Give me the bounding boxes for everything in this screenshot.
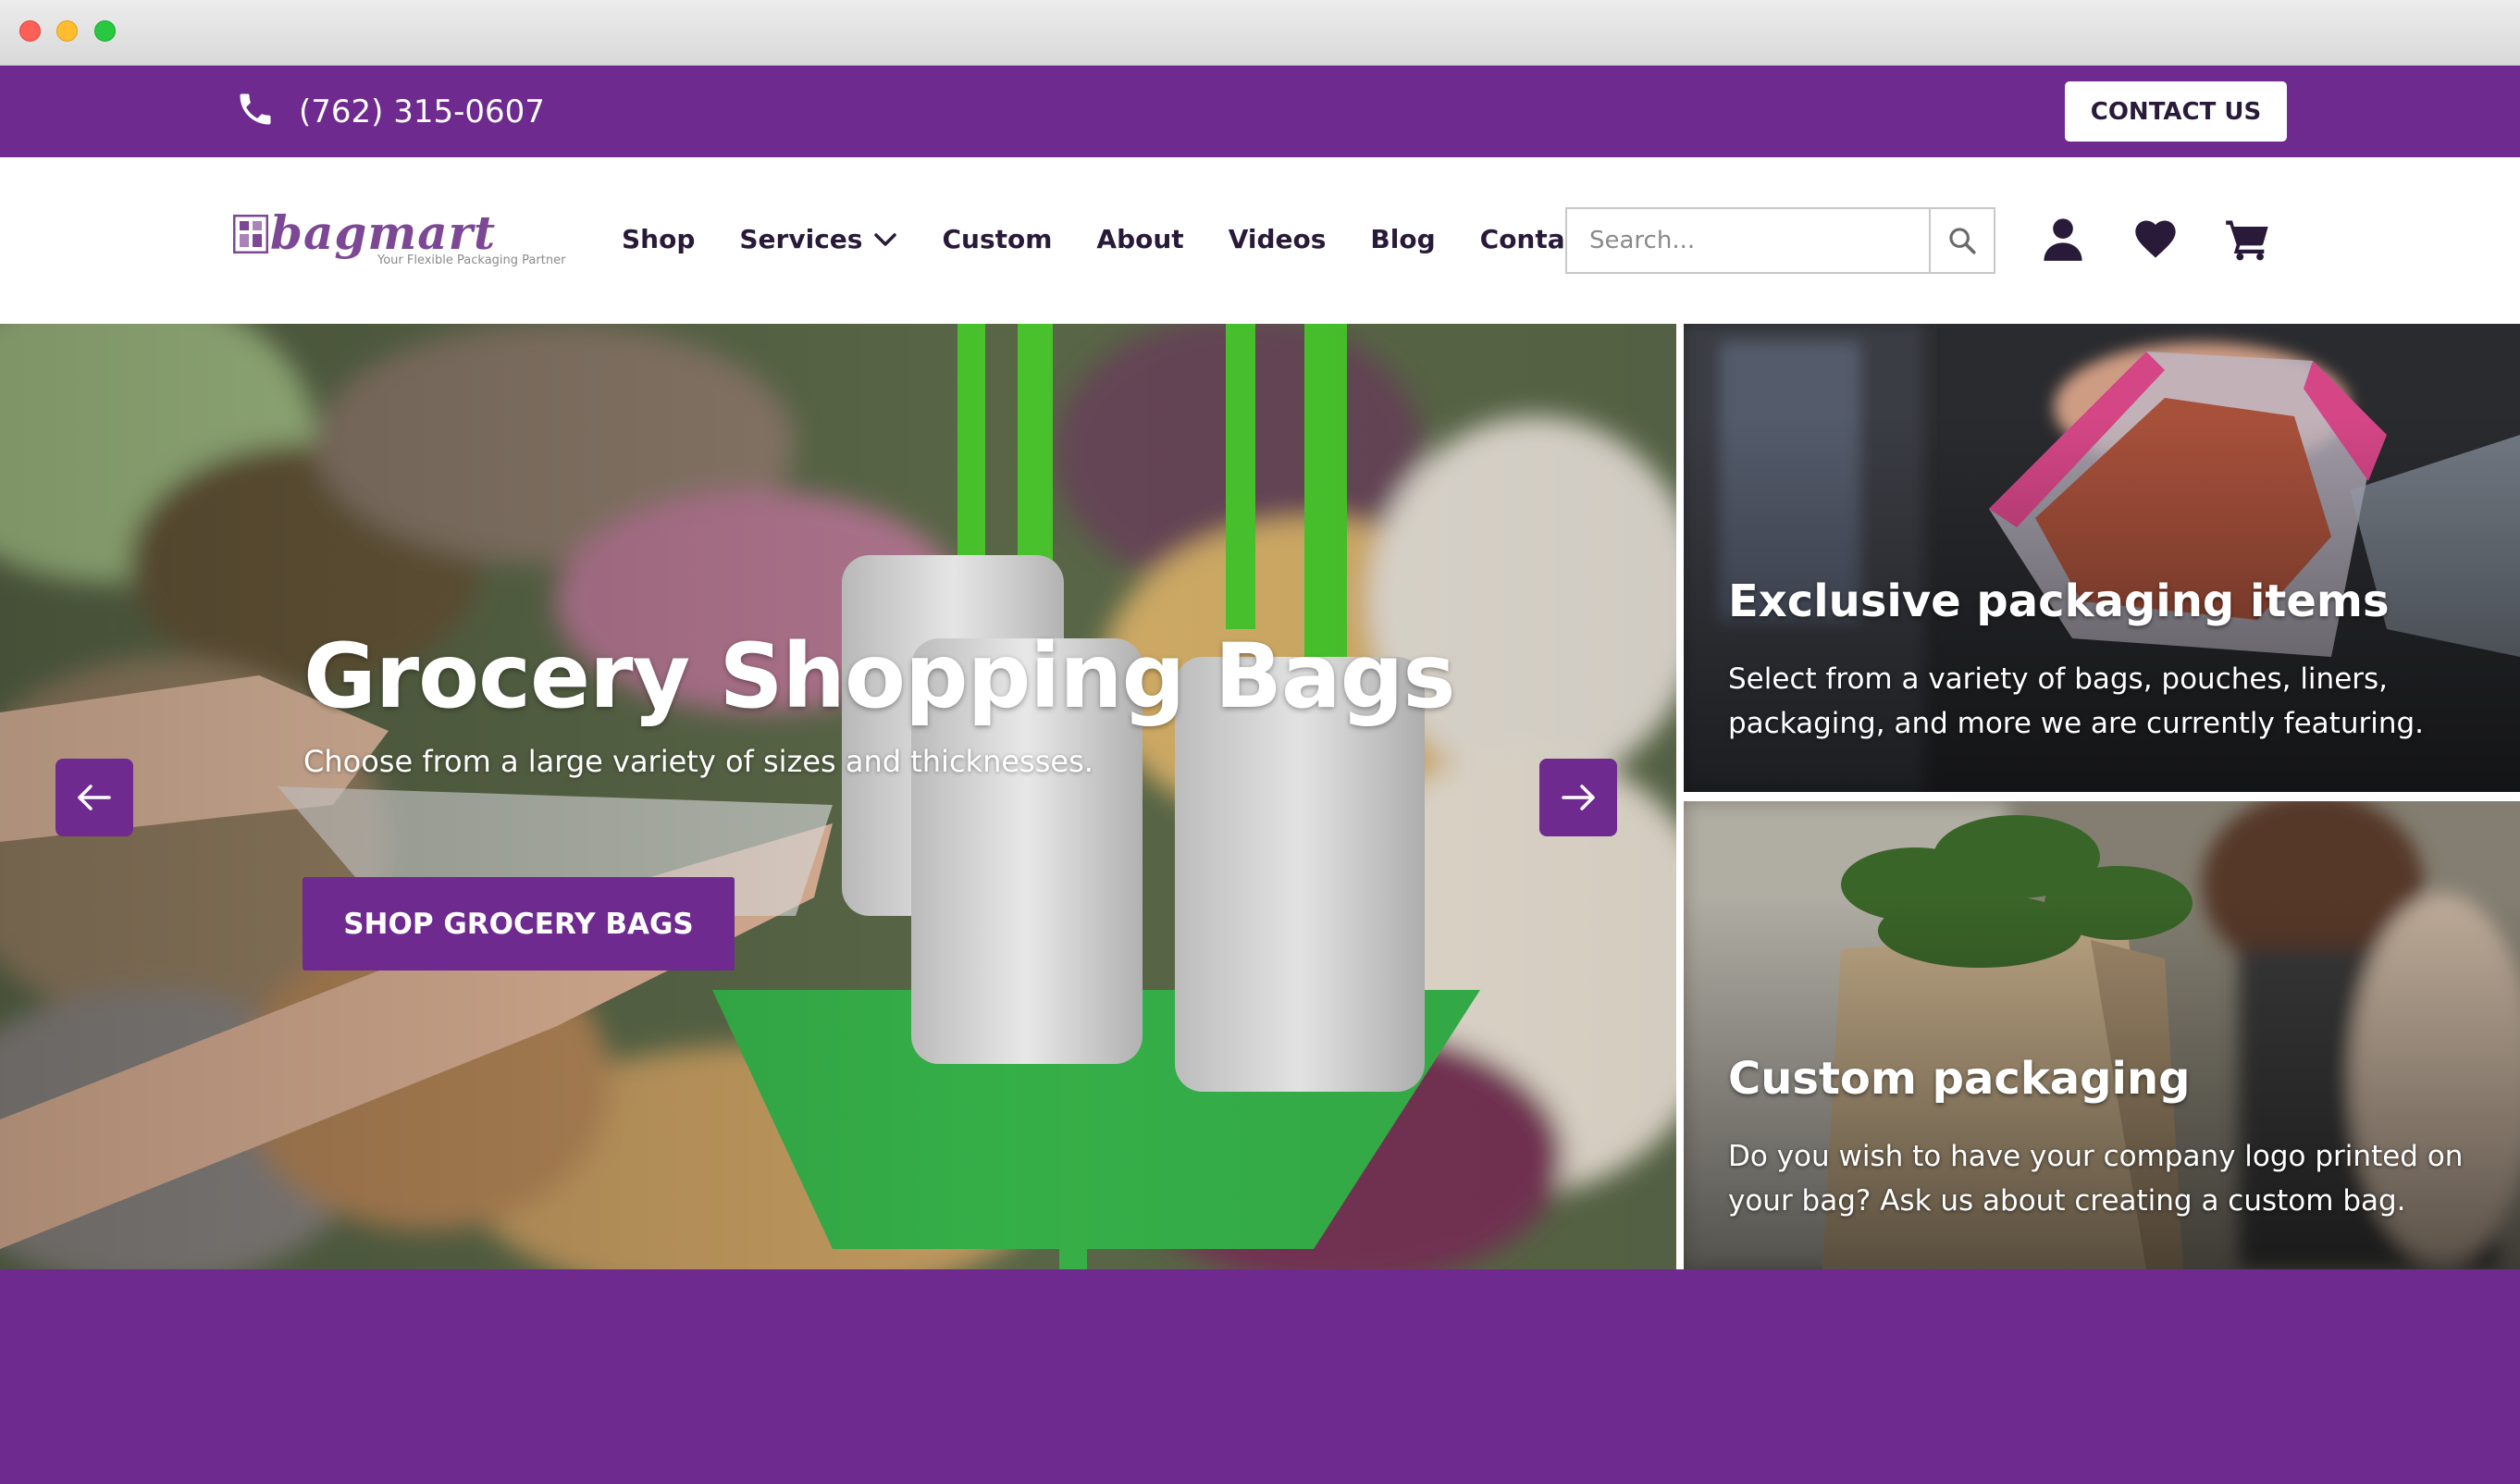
arrow-left-icon — [78, 785, 111, 810]
shop-grocery-bags-button[interactable]: SHOP GROCERY BAGS — [303, 877, 735, 971]
nav-item-about[interactable]: About — [1096, 224, 1183, 254]
search-icon — [1949, 228, 1976, 254]
promo-divider — [1684, 792, 2520, 801]
window-minimize-button[interactable] — [56, 20, 78, 42]
search-input[interactable] — [1567, 209, 1930, 272]
slider-next-button[interactable] — [1539, 759, 1617, 836]
nav-menu: Shop Services Custom About Videos Blog C… — [622, 224, 1637, 254]
chevron-down-icon — [874, 232, 897, 246]
logo-tagline: Your Flexible Packaging Partner — [377, 254, 566, 267]
window-close-button[interactable] — [19, 20, 41, 42]
contact-us-button[interactable]: CONTACT US — [2065, 81, 2287, 142]
nav-item-shop[interactable]: Shop — [622, 224, 695, 254]
slider-prev-button[interactable] — [56, 759, 133, 836]
top-bar: (762) 315-0607 CONTACT US — [0, 66, 2520, 157]
promo-exclusive-title: Exclusive packaging items — [1728, 575, 2390, 627]
nav-item-services[interactable]: Services — [739, 224, 897, 254]
hero-title: Grocery Shopping Bags — [303, 625, 1456, 728]
promo-custom-packaging[interactable]: Custom packaging Do you wish to have you… — [1684, 801, 2520, 1269]
promo-exclusive-text: Select from a variety of bags, pouches, … — [1728, 662, 2425, 740]
footer-band — [0, 1269, 2520, 1484]
nav-item-custom[interactable]: Custom — [942, 224, 1052, 254]
search-button[interactable] — [1929, 209, 1994, 272]
promo-exclusive-packaging[interactable]: Exclusive packaging items Select from a … — [1684, 324, 2520, 792]
main-navigation: bagmart Your Flexible Packaging Partner … — [0, 157, 2520, 324]
bagmart-logo[interactable]: bagmart Your Flexible Packaging Partner — [233, 205, 575, 268]
phone-icon — [240, 93, 271, 125]
logo-mark-icon — [233, 215, 268, 254]
cart-icon[interactable] — [2224, 215, 2272, 263]
phone-number-link[interactable]: (762) 315-0607 — [299, 91, 545, 133]
account-icon[interactable] — [2039, 215, 2087, 263]
window-titlebar — [0, 0, 2520, 66]
window-maximize-button[interactable] — [94, 20, 116, 42]
promo-custom-title: Custom packaging — [1728, 1053, 2191, 1105]
arrow-right-icon — [1562, 785, 1595, 810]
hero-slider: Grocery Shopping Bags Choose from a larg… — [0, 324, 1676, 1269]
promo-custom-text: Do you wish to have your company logo pr… — [1728, 1140, 2464, 1218]
logo-wordmark: bagmart — [270, 205, 497, 260]
hero-subtitle: Choose from a large variety of sizes and… — [303, 744, 1093, 779]
heart-icon[interactable] — [2131, 215, 2180, 263]
nav-item-blog[interactable]: Blog — [1370, 224, 1435, 254]
nav-item-videos[interactable]: Videos — [1229, 224, 1327, 254]
hero-divider — [1676, 324, 1684, 1269]
nav-item-services-label: Services — [739, 224, 863, 254]
search-box — [1565, 207, 1995, 274]
